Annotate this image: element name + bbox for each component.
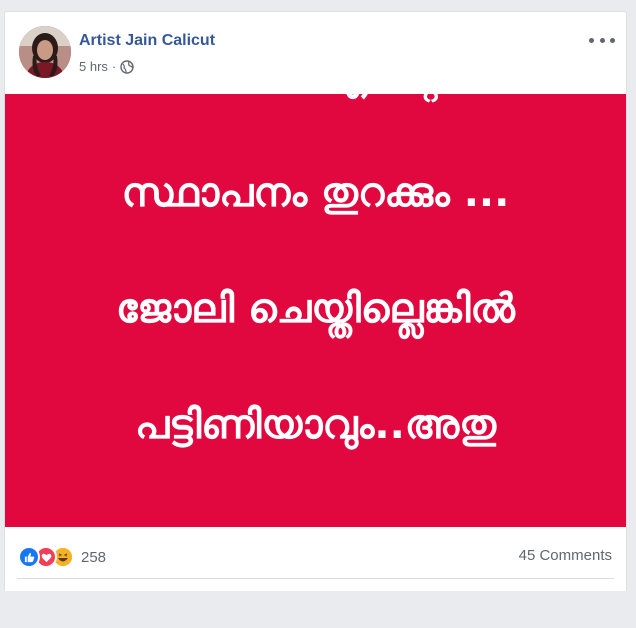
more-options-icon[interactable] <box>589 30 615 50</box>
like-icon <box>18 546 40 568</box>
avatar[interactable] <box>19 26 71 78</box>
image-text-line: ജോലി ചെയ്തില്ലെങ്കിൽ <box>115 285 515 332</box>
avatar-photo <box>19 26 71 78</box>
image-text-line: സ്ഥാപനം തുറക്കും ... <box>121 169 510 216</box>
post-card: Artist Jain Calicut 5 hrs · ഞാൻ എന്റെ സ്… <box>4 11 627 591</box>
comments-link[interactable]: 45 Comments <box>519 547 612 564</box>
more-dot <box>589 37 594 43</box>
image-text-line: ഞാൻ എന്റെ <box>193 53 438 100</box>
footer-divider <box>17 578 614 579</box>
post-time[interactable]: 5 hrs <box>79 59 108 74</box>
post-footer: 258 45 Comments <box>5 527 626 592</box>
more-dot <box>610 37 615 43</box>
post-image[interactable]: ഞാൻ എന്റെ സ്ഥാപനം തുറക്കും ... ജോലി ചെയ്… <box>5 54 626 564</box>
image-text-line: പട്ടിണിയാവും..അതു <box>134 401 496 448</box>
reactions-summary[interactable]: 258 <box>18 546 106 568</box>
reaction-count: 258 <box>81 548 107 566</box>
more-dot <box>599 37 605 43</box>
